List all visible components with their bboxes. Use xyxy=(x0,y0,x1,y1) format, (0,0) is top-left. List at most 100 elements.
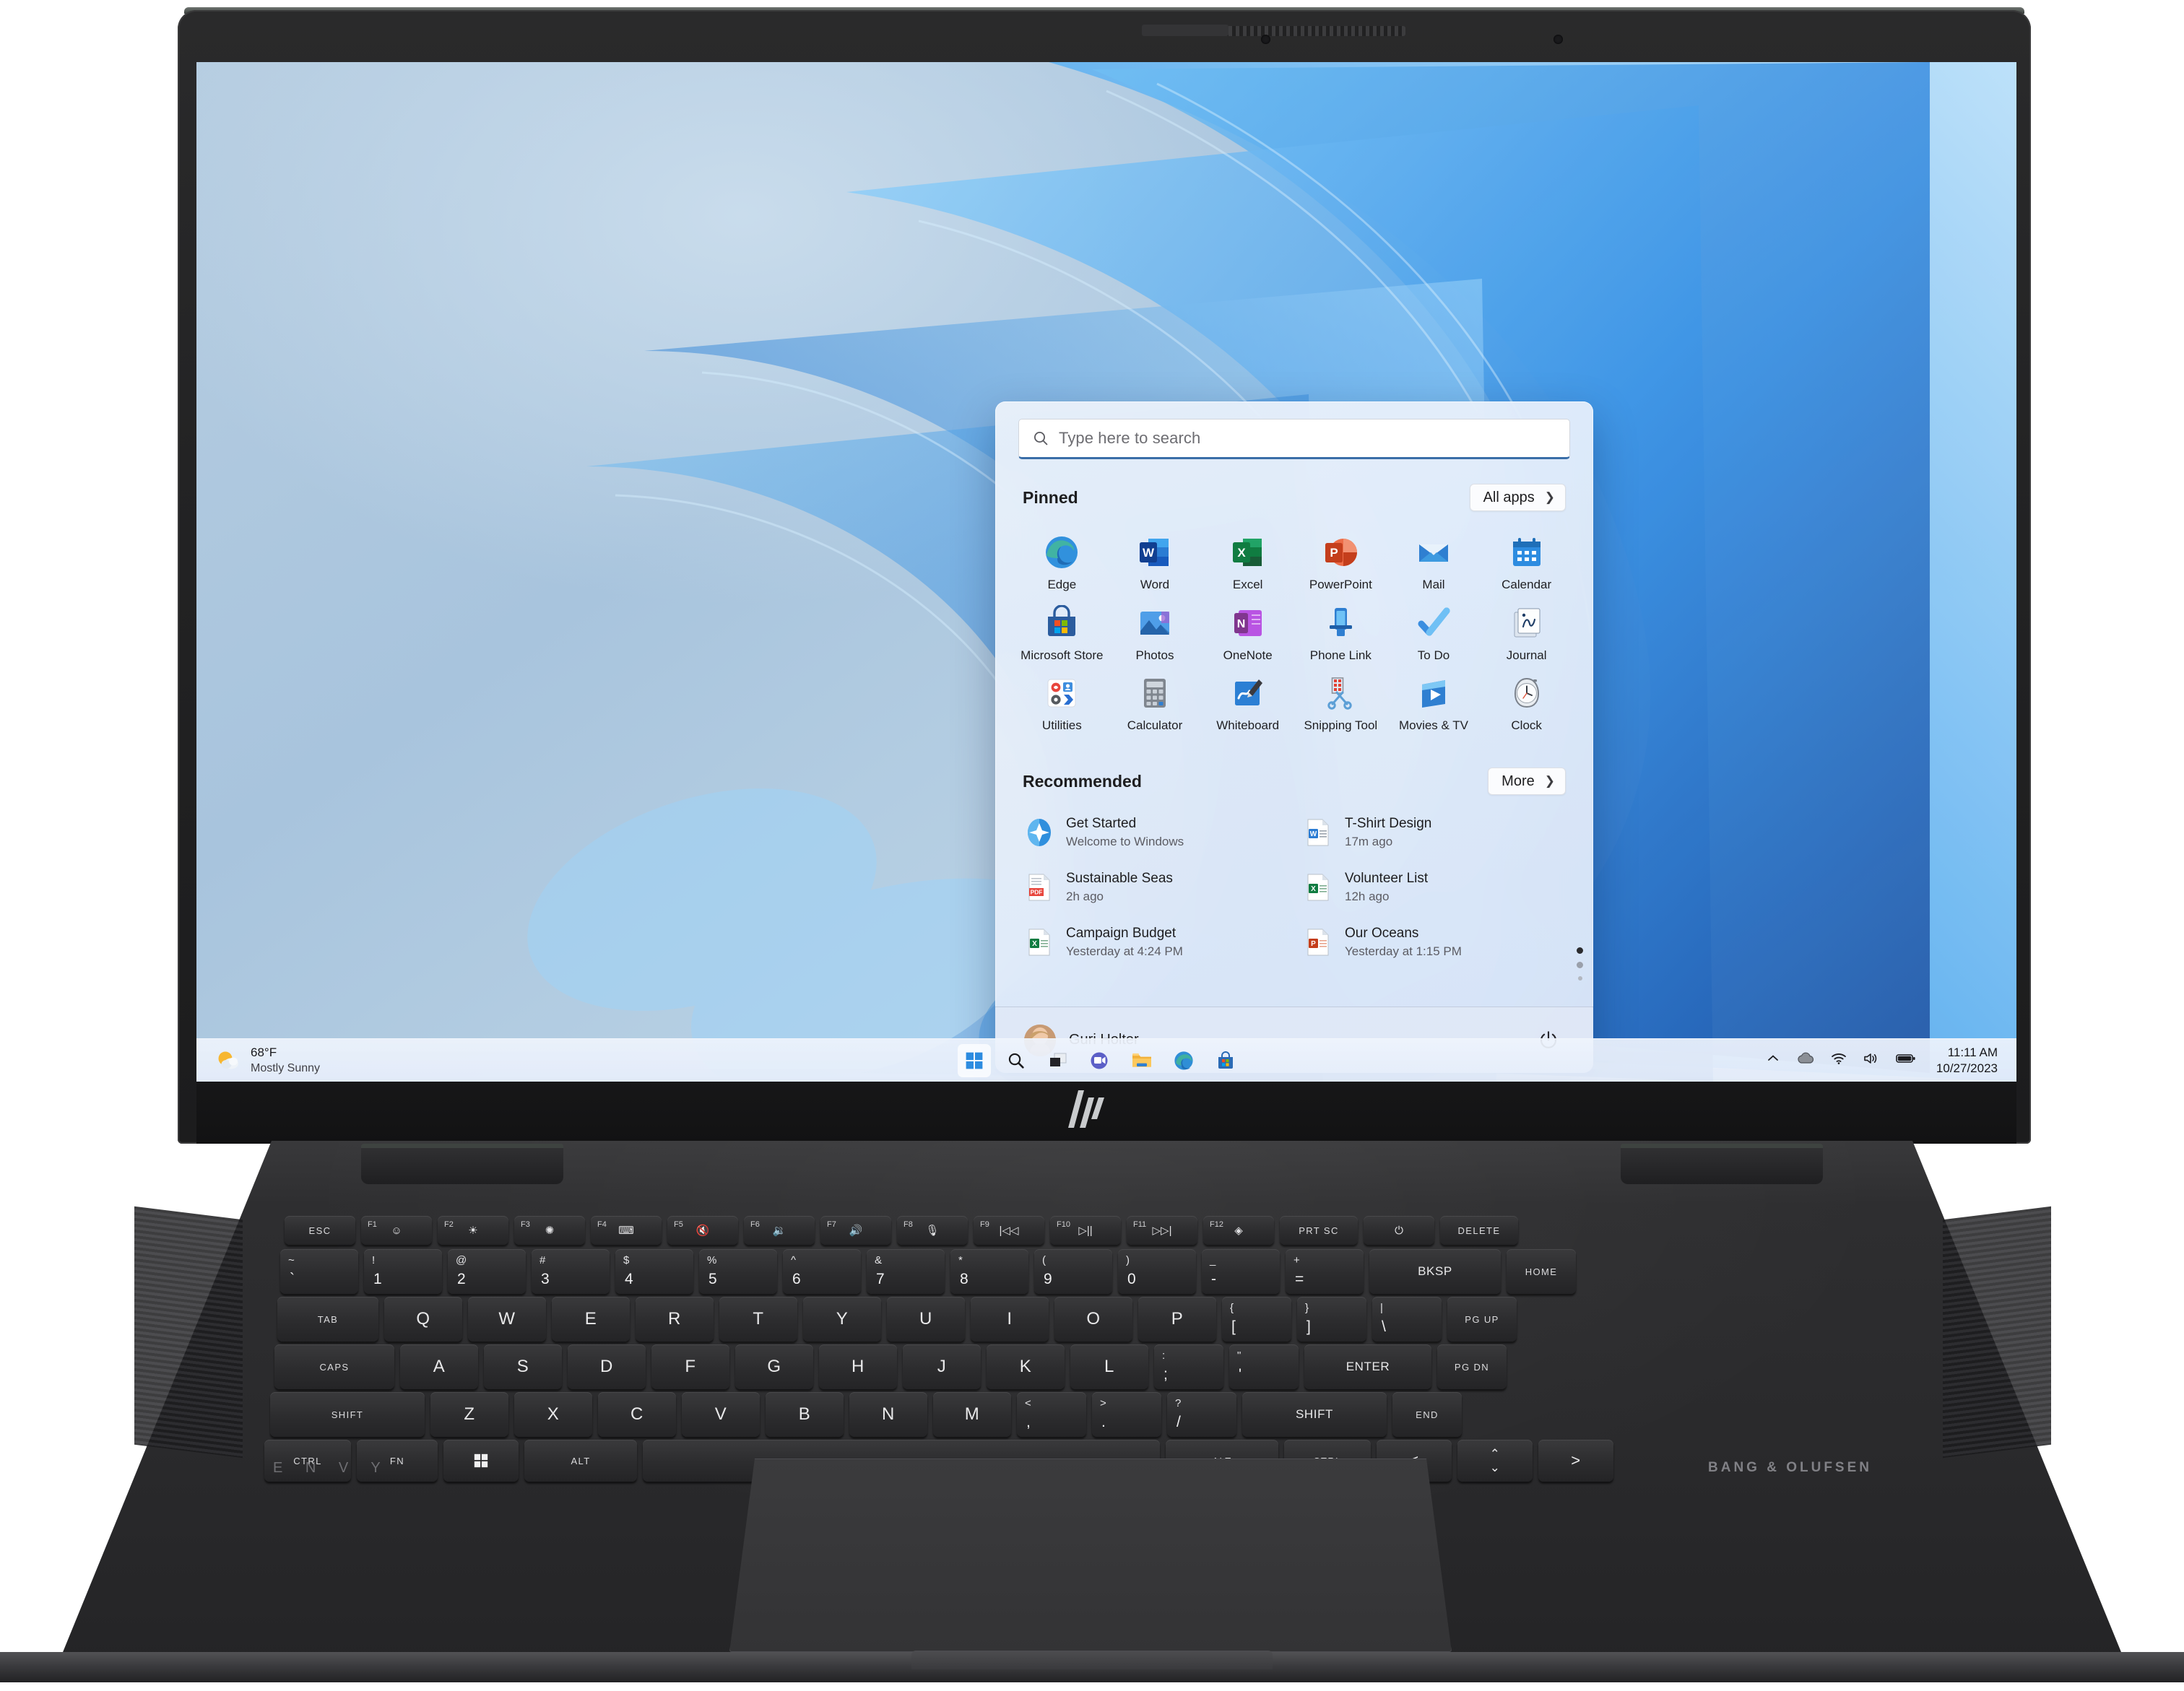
start-search-box[interactable]: Type here to search xyxy=(1018,419,1570,459)
key-b[interactable]: B xyxy=(766,1392,844,1437)
key-f6[interactable]: F6 🔉 xyxy=(744,1216,815,1245)
key-shift[interactable]: SHIFT xyxy=(270,1392,425,1437)
key-k[interactable]: K xyxy=(987,1344,1065,1389)
clock-button[interactable]: 11:11 AM 10/27/2023 xyxy=(1936,1046,1998,1076)
key-home[interactable]: HOME xyxy=(1507,1249,1576,1294)
page-dot-3[interactable] xyxy=(1577,976,1582,981)
key-t[interactable]: T xyxy=(719,1297,797,1342)
key-f[interactable]: F xyxy=(651,1344,729,1389)
key-c[interactable]: C xyxy=(598,1392,676,1437)
key-f2[interactable]: F2 ☀ xyxy=(438,1216,508,1245)
pinned-app-word[interactable]: W Word xyxy=(1109,527,1202,598)
key-j[interactable]: J xyxy=(903,1344,981,1389)
key-e[interactable]: E xyxy=(552,1297,630,1342)
pinned-app-utilities[interactable]: Utilities xyxy=(1015,668,1109,739)
pinned-app-edge[interactable]: Edge xyxy=(1015,527,1109,598)
key-caps[interactable]: CAPS xyxy=(274,1344,394,1389)
key-arrow-up-down[interactable]: ⌃ ⌄ xyxy=(1457,1440,1533,1482)
chat-button[interactable] xyxy=(1083,1044,1117,1077)
key-num-`[interactable]: ~ ` xyxy=(280,1249,358,1294)
key-d[interactable]: D xyxy=(568,1344,646,1389)
pinned-page-indicator[interactable] xyxy=(1577,947,1583,981)
pinned-app-excel[interactable]: X Excel xyxy=(1201,527,1294,598)
key-num-=[interactable]: + = xyxy=(1286,1249,1364,1294)
key-m[interactable]: M xyxy=(933,1392,1011,1437)
key-sym[interactable]: }] xyxy=(1297,1297,1366,1342)
key-end[interactable]: END xyxy=(1392,1392,1462,1437)
key-f3[interactable]: F3 ✺ xyxy=(514,1216,585,1245)
start-button[interactable] xyxy=(958,1043,992,1077)
key-num-8[interactable]: * 8 xyxy=(950,1249,1028,1294)
key-num--[interactable]: _ - xyxy=(1202,1249,1280,1294)
key-z[interactable]: Z xyxy=(430,1392,508,1437)
key-arrow-right[interactable]: > xyxy=(1538,1440,1613,1482)
key-sym[interactable]: " ' xyxy=(1229,1344,1299,1389)
key-sym[interactable]: ? / xyxy=(1167,1392,1236,1437)
key-sym[interactable]: <, xyxy=(1017,1392,1086,1437)
key-alt-3[interactable]: ALT xyxy=(524,1440,637,1482)
key-f8[interactable]: F8 🎙 xyxy=(897,1216,968,1245)
key-prt-sc[interactable]: PRT SC xyxy=(1280,1216,1358,1245)
onedrive-tray-button[interactable] xyxy=(1796,1052,1815,1069)
key-esc[interactable]: ESC xyxy=(285,1216,355,1245)
key-u[interactable]: U xyxy=(887,1297,965,1342)
task-view-button[interactable] xyxy=(1041,1044,1075,1077)
key-l[interactable]: L xyxy=(1070,1344,1148,1389)
microsoft-store-button[interactable] xyxy=(1209,1044,1242,1077)
search-button[interactable] xyxy=(1000,1044,1033,1077)
key-w[interactable]: W xyxy=(468,1297,546,1342)
recommended-item[interactable]: Get Started Welcome to Windows xyxy=(1015,809,1294,856)
key-x[interactable]: X xyxy=(514,1392,592,1437)
pinned-app-calculator[interactable]: Calculator xyxy=(1109,668,1202,739)
recommended-item[interactable]: P Our Oceans Yesterday at 1:15 PM xyxy=(1294,919,1573,965)
key-s[interactable]: S xyxy=(484,1344,562,1389)
page-dot-2[interactable] xyxy=(1577,962,1583,968)
key-num-4[interactable]: $4 xyxy=(615,1249,693,1294)
key-sym[interactable]: | \ xyxy=(1372,1297,1442,1342)
pinned-app-mail[interactable]: Mail xyxy=(1387,527,1481,598)
key-f7[interactable]: F7 🔊 xyxy=(820,1216,891,1245)
key-f9[interactable]: F9 |◁◁ xyxy=(974,1216,1044,1245)
key-num-7[interactable]: & 7 xyxy=(867,1249,945,1294)
pinned-app-calendar[interactable]: Calendar xyxy=(1480,527,1573,598)
key-delete[interactable]: DELETE xyxy=(1440,1216,1518,1245)
key-fn14[interactable]: ⏻ xyxy=(1364,1216,1434,1245)
key-pg-up[interactable]: PG UP xyxy=(1447,1297,1517,1342)
key-a[interactable]: A xyxy=(400,1344,478,1389)
file-explorer-button[interactable] xyxy=(1125,1044,1158,1077)
key-sym[interactable]: >. xyxy=(1092,1392,1161,1437)
pinned-app-to-do[interactable]: To Do xyxy=(1387,598,1481,669)
network-tray-button[interactable] xyxy=(1831,1052,1847,1069)
key-n[interactable]: N xyxy=(849,1392,927,1437)
recommended-item[interactable]: W T-Shirt Design 17m ago xyxy=(1294,809,1573,856)
key-num-6[interactable]: ^ 6 xyxy=(783,1249,861,1294)
recommended-item[interactable]: X Volunteer List 12h ago xyxy=(1294,864,1573,910)
all-apps-button[interactable]: All apps ❯ xyxy=(1469,484,1566,511)
key-num-3[interactable]: #3 xyxy=(532,1249,610,1294)
pinned-app-movies-tv[interactable]: Movies & TV xyxy=(1387,668,1481,739)
key-enter[interactable]: ENTER xyxy=(1304,1344,1431,1389)
key-shift-right[interactable]: SHIFT xyxy=(1242,1392,1387,1437)
key-y[interactable]: Y xyxy=(803,1297,881,1342)
key-o[interactable]: O xyxy=(1054,1297,1132,1342)
pinned-app-phone-link[interactable]: Phone Link xyxy=(1294,598,1387,669)
key-bksp[interactable]: BKSP xyxy=(1369,1249,1501,1294)
key-pg-dn[interactable]: PG DN xyxy=(1437,1344,1507,1389)
key-i[interactable]: I xyxy=(971,1297,1049,1342)
recommended-item[interactable]: X Campaign Budget Yesterday at 4:24 PM xyxy=(1015,919,1294,965)
key-num-1[interactable]: ! 1 xyxy=(364,1249,442,1294)
pinned-app-whiteboard[interactable]: Whiteboard xyxy=(1201,668,1294,739)
key-win-2[interactable] xyxy=(443,1440,519,1482)
key-r[interactable]: R xyxy=(636,1297,714,1342)
key-f12[interactable]: F12 ◈ xyxy=(1203,1216,1274,1245)
edge-button[interactable] xyxy=(1167,1044,1200,1077)
recommended-item[interactable]: PDF Sustainable Seas 2h ago xyxy=(1015,864,1294,910)
key-sym[interactable]: :; xyxy=(1154,1344,1223,1389)
pinned-app-microsoft-store[interactable]: Microsoft Store xyxy=(1015,598,1109,669)
more-button[interactable]: More ❯ xyxy=(1488,768,1566,796)
key-f1[interactable]: F1 ☺ xyxy=(361,1216,432,1245)
battery-tray-button[interactable] xyxy=(1896,1053,1916,1068)
key-p[interactable]: P xyxy=(1138,1297,1216,1342)
key-v[interactable]: V xyxy=(682,1392,760,1437)
key-g[interactable]: G xyxy=(735,1344,813,1389)
